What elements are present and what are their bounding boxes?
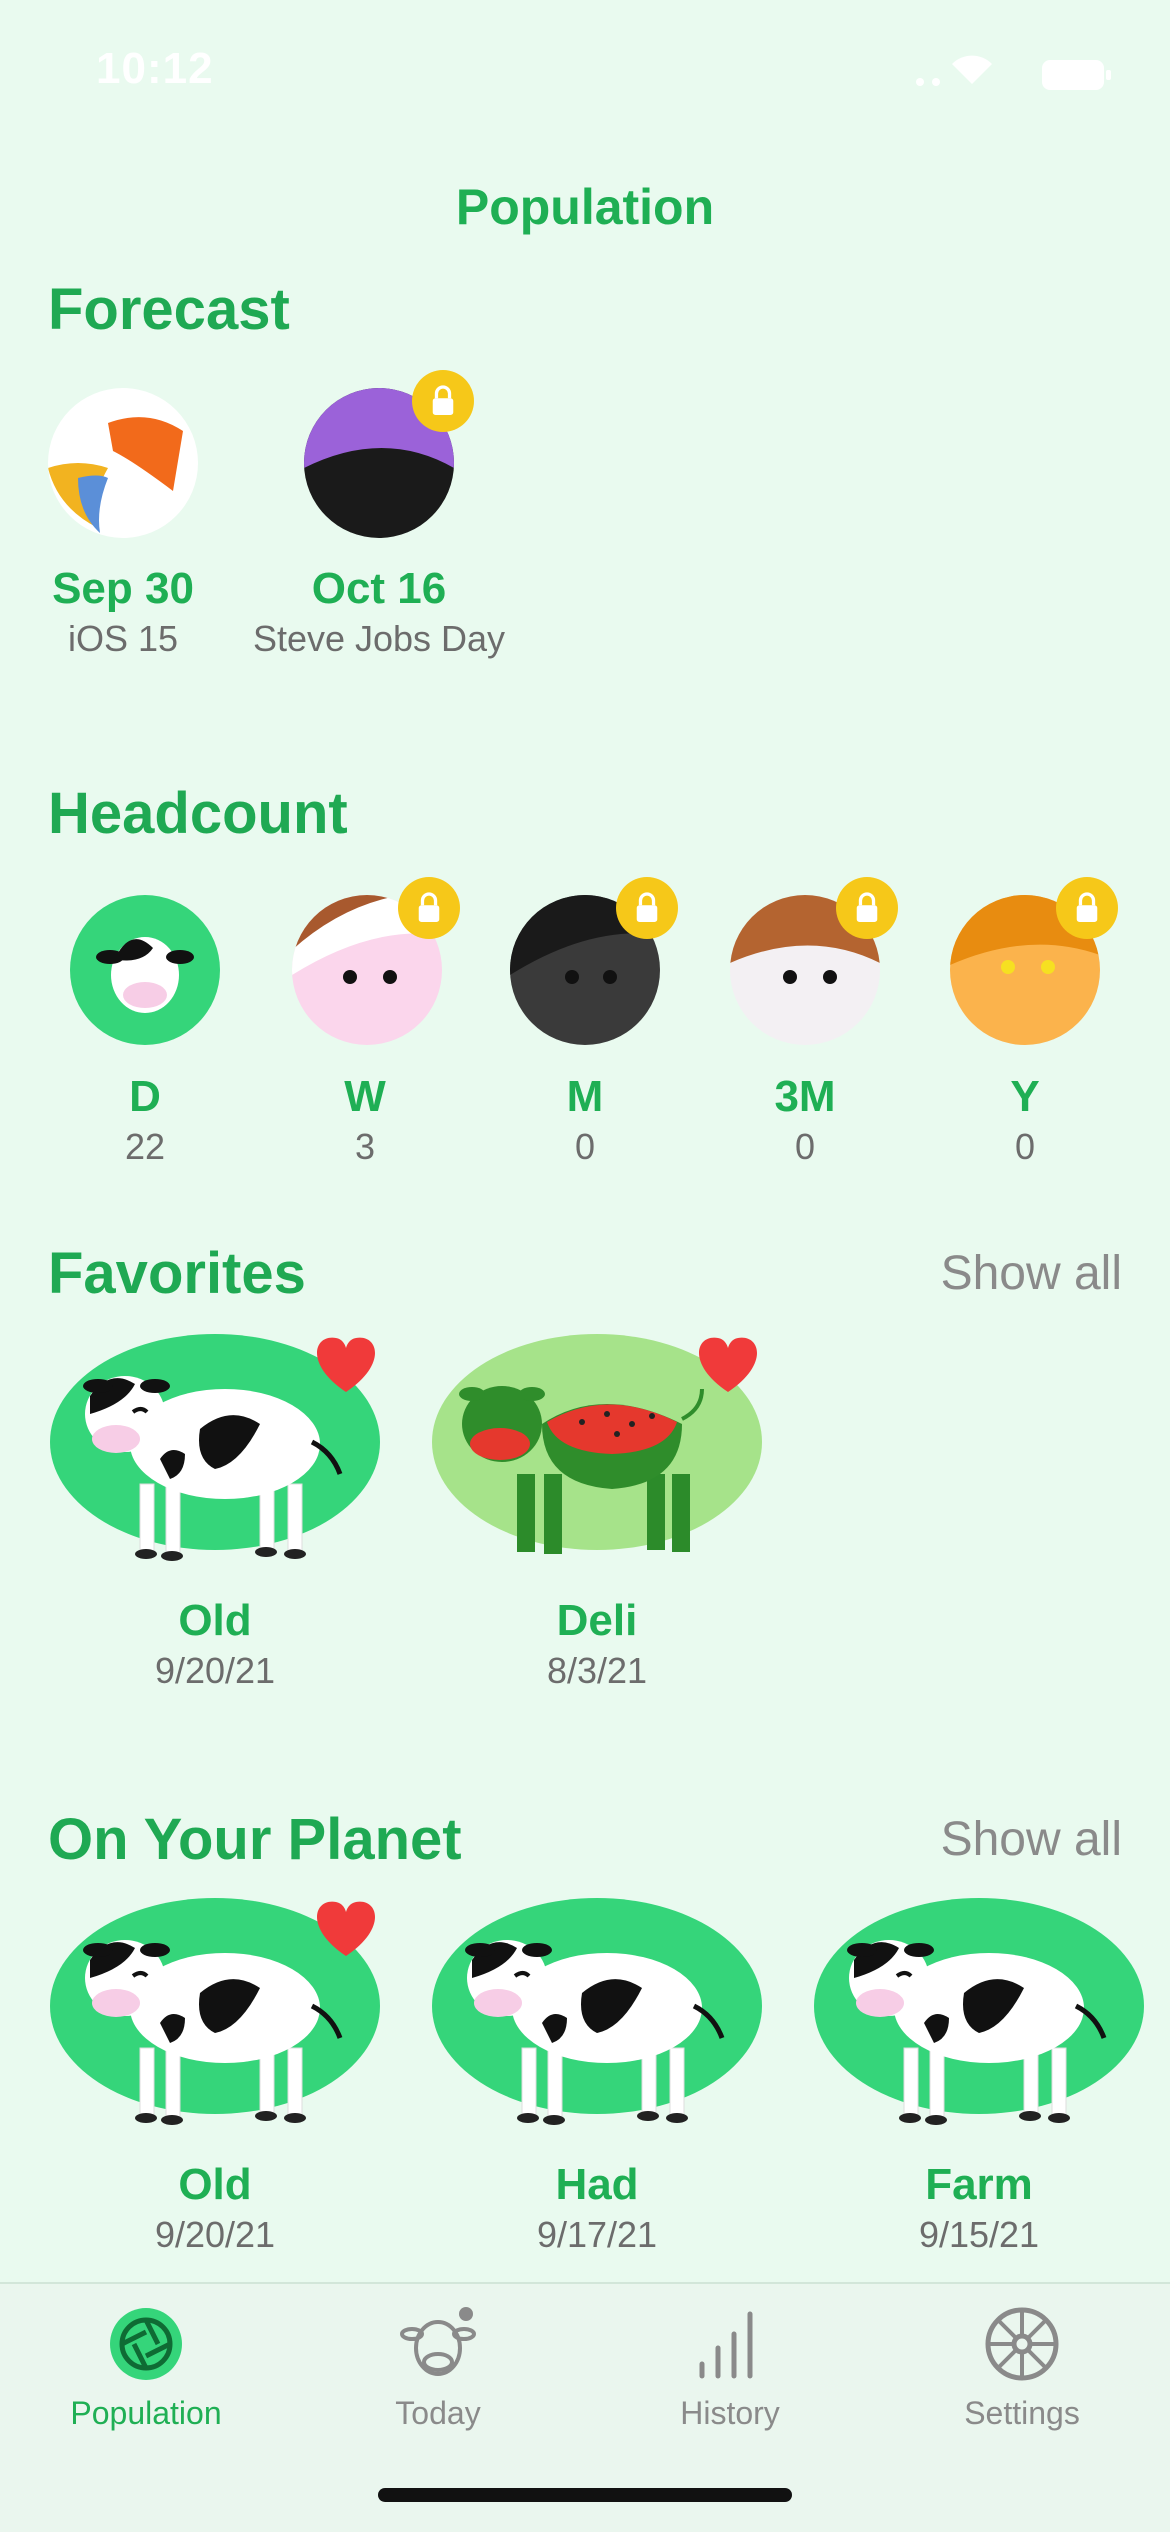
favorite-card[interactable] bbox=[430, 1334, 764, 1564]
planet-show-all-link[interactable]: Show all bbox=[941, 1812, 1122, 1867]
forecast-date: Sep 30 bbox=[52, 564, 194, 613]
headcount-count: 0 bbox=[794, 1126, 816, 1167]
headcount-count: 0 bbox=[574, 1126, 596, 1167]
lock-icon bbox=[1056, 877, 1118, 939]
forecast-heading: Forecast bbox=[48, 277, 290, 342]
tab-population[interactable]: Population bbox=[36, 2304, 256, 2432]
forecast-item[interactable] bbox=[304, 370, 474, 538]
cow-illustration-icon bbox=[812, 1898, 1146, 2128]
lock-icon bbox=[836, 877, 898, 939]
wifi-battery-icon bbox=[916, 55, 1111, 90]
wheel-icon bbox=[985, 2307, 1059, 2381]
lock-icon bbox=[616, 877, 678, 939]
status-icons bbox=[900, 52, 1120, 92]
planet-card[interactable] bbox=[48, 1898, 382, 2128]
tab-label: History bbox=[680, 2395, 780, 2431]
planet-heading: On Your Planet bbox=[48, 1807, 462, 1872]
headcount-count: 22 bbox=[124, 1126, 166, 1167]
planet-date: 9/20/21 bbox=[154, 2214, 276, 2255]
headcount-heading: Headcount bbox=[48, 781, 348, 846]
forecast-event: iOS 15 bbox=[67, 618, 179, 659]
tab-settings[interactable]: Settings bbox=[912, 2304, 1132, 2432]
forecast-date: Oct 16 bbox=[311, 564, 447, 613]
favorites-heading: Favorites bbox=[48, 1241, 306, 1306]
heart-icon bbox=[314, 1334, 378, 1394]
home-indicator bbox=[378, 2488, 792, 2502]
tab-label: Today bbox=[395, 2395, 481, 2431]
cow-illustration-icon bbox=[430, 1898, 764, 2128]
favorite-name: Old bbox=[178, 1596, 252, 1645]
forecast-item[interactable] bbox=[48, 388, 198, 538]
headcount-item-day[interactable] bbox=[70, 895, 220, 1045]
tab-label: Population bbox=[70, 2395, 222, 2431]
headcount-label: D bbox=[129, 1072, 161, 1121]
headcount-item-week[interactable] bbox=[292, 877, 460, 1045]
tab-today[interactable]: Today bbox=[328, 2304, 548, 2432]
headcount-count: 0 bbox=[1014, 1126, 1036, 1167]
cow-face-icon bbox=[70, 895, 220, 1045]
page-title: Population bbox=[455, 179, 715, 235]
favorite-name: Deli bbox=[556, 1596, 638, 1645]
status-time: 10:12 bbox=[96, 44, 214, 93]
planet-name: Had bbox=[555, 2160, 639, 2209]
lock-icon bbox=[412, 370, 474, 432]
cow-face-icon bbox=[400, 2307, 476, 2376]
headcount-item-month[interactable] bbox=[510, 877, 678, 1045]
tab-label: Settings bbox=[964, 2395, 1080, 2431]
headcount-item-3month[interactable] bbox=[730, 877, 898, 1045]
lock-icon bbox=[398, 877, 460, 939]
headcount-count: 3 bbox=[354, 1126, 376, 1167]
planet-date: 9/17/21 bbox=[536, 2214, 658, 2255]
bar-chart-icon bbox=[699, 2311, 753, 2379]
planet-name: Old bbox=[178, 2160, 252, 2209]
headcount-item-year[interactable] bbox=[950, 877, 1118, 1045]
planet-name: Farm bbox=[925, 2160, 1033, 2209]
headcount-label: M bbox=[566, 1072, 604, 1121]
planet-card[interactable] bbox=[430, 1898, 764, 2128]
ios15-badge-icon bbox=[48, 388, 198, 538]
planet-card[interactable] bbox=[812, 1898, 1146, 2128]
planet-date: 9/15/21 bbox=[918, 2214, 1040, 2255]
aperture-icon bbox=[110, 2308, 182, 2380]
heart-icon bbox=[696, 1334, 760, 1394]
favorite-date: 8/3/21 bbox=[546, 1650, 648, 1691]
favorite-date: 9/20/21 bbox=[154, 1650, 276, 1691]
headcount-label: 3M bbox=[774, 1072, 836, 1121]
favorites-show-all-link[interactable]: Show all bbox=[941, 1246, 1122, 1301]
tab-history[interactable]: History bbox=[620, 2304, 840, 2432]
forecast-event: Steve Jobs Day bbox=[252, 618, 506, 659]
favorite-card[interactable] bbox=[48, 1334, 382, 1564]
headcount-label: W bbox=[344, 1072, 386, 1121]
headcount-label: Y bbox=[1010, 1072, 1040, 1121]
heart-icon bbox=[314, 1898, 378, 1958]
